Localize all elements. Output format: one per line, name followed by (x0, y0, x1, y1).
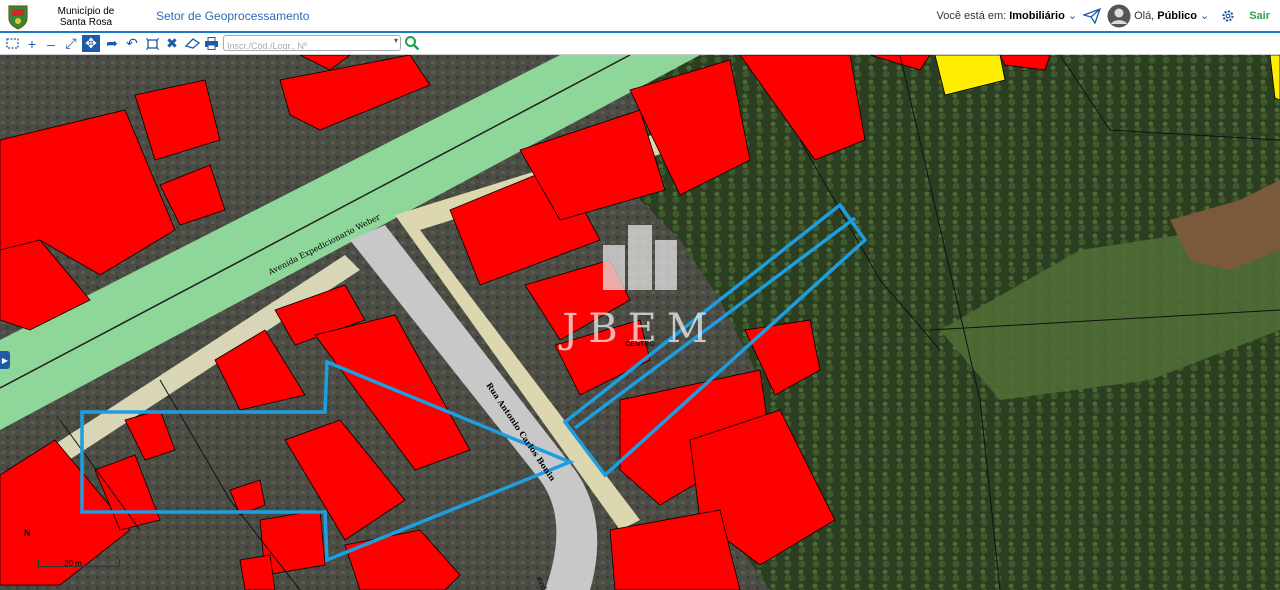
chevron-down-icon: ⌄ (1199, 9, 1210, 22)
chevron-down-icon[interactable]: ▾ (394, 36, 398, 45)
user-name: Público (1157, 10, 1197, 22)
municipality-name: Município de Santa Rosa (57, 6, 115, 28)
clear-icon[interactable]: ✖ (163, 35, 181, 52)
print-icon[interactable] (202, 35, 220, 52)
module-selector[interactable]: Você está em: Imobiliário ⌄ (937, 10, 1078, 22)
avatar (1107, 4, 1131, 28)
sector-title[interactable]: Setor de Geoprocessamento (156, 9, 309, 23)
app-header: Município de Santa Rosa Setor de Geoproc… (0, 0, 1280, 33)
search-input[interactable] (224, 39, 390, 53)
map-viewport[interactable]: Avenida Expedicionario Weber Rua Antonio… (0, 55, 1280, 590)
greeting-text: Olá, (1134, 10, 1155, 22)
map-canvas[interactable]: Avenida Expedicionario Weber Rua Antonio… (0, 55, 1280, 590)
north-arrow: N (24, 528, 31, 538)
pan-icon[interactable]: ✥ (82, 35, 100, 52)
header-user-area: Você está em: Imobiliário ⌄ Olá, Público… (937, 4, 1270, 28)
zoom-in-icon[interactable]: + (23, 35, 41, 52)
zoom-box-icon[interactable] (143, 35, 161, 52)
municipal-crest-icon (8, 5, 28, 30)
exit-button[interactable]: Sair (1249, 10, 1270, 22)
location-value: Imobiliário (1009, 10, 1065, 22)
send-icon[interactable] (1083, 8, 1102, 24)
watermark-subtext: CENTRO (625, 341, 655, 348)
user-menu[interactable]: Olá, Público ⌄ (1107, 4, 1209, 28)
zoom-out-icon[interactable]: – (42, 35, 60, 52)
scale-label: 20 m (64, 559, 82, 568)
location-prefix: Você está em: (936, 10, 1007, 22)
select-area-icon[interactable] (3, 35, 21, 52)
side-panel-toggle[interactable]: ▶ (0, 351, 10, 369)
search-icon[interactable] (404, 35, 420, 51)
zoom-extent-icon[interactable]: ⤢ (62, 35, 80, 52)
building (239, 554, 276, 590)
chevron-down-icon: ⌄ (1067, 9, 1078, 22)
redo-icon[interactable]: ➦ (103, 35, 121, 52)
eraser-icon[interactable] (183, 35, 201, 52)
undo-icon[interactable]: ↶ (123, 35, 141, 52)
search-field[interactable]: ▾ (223, 35, 401, 53)
map-toolbar: + – ⤢ ✥ ➦ ↶ ✖ ▾ (0, 33, 1280, 55)
gear-icon[interactable] (1221, 9, 1235, 23)
